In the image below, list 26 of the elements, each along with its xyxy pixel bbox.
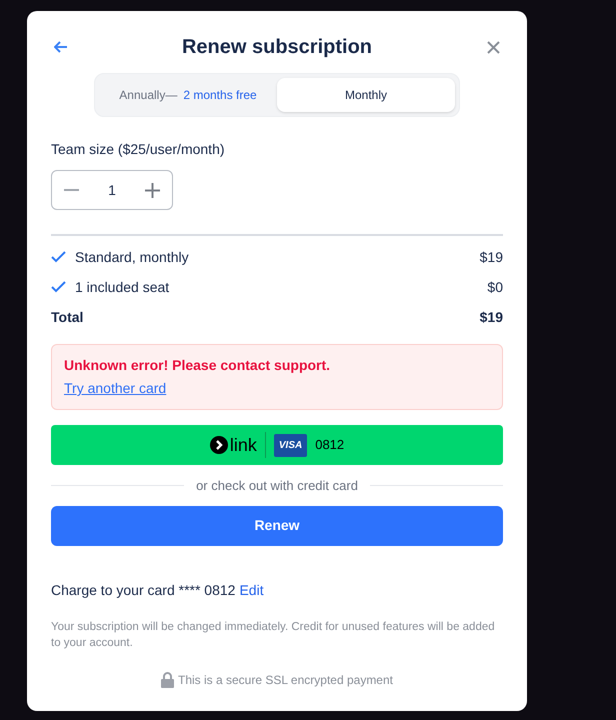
total-label: Total (51, 308, 84, 326)
line-item-price: $0 (487, 278, 503, 296)
visa-card-badge: VISA (274, 434, 308, 456)
line-item-label: 1 included seat (75, 278, 170, 296)
close-icon (486, 40, 500, 54)
link-pay-button[interactable]: link VISA 0812 (51, 425, 503, 465)
line-item-label: Standard, monthly (75, 248, 189, 267)
try-another-card-link[interactable]: Try another card (64, 378, 166, 399)
charge-text: Charge to your card **** 0812 (51, 580, 236, 600)
quantity-value[interactable]: 1 (108, 180, 116, 200)
total-price: $19 (480, 308, 503, 326)
billing-tab[interactable]: Monthly (277, 78, 455, 112)
lock-icon (161, 672, 174, 688)
edit-link[interactable]: Edit (239, 580, 264, 600)
secure-payment-note: This is a secure SSL encrypted payment (178, 672, 393, 688)
team-size-label: Team size ($25/user/month) (51, 140, 226, 159)
error-message: Unknown error! Please contact support. (64, 356, 332, 375)
dialog-title: Renew subscription (182, 35, 372, 60)
line-item-price: $19 (480, 248, 503, 266)
plus-icon[interactable] (144, 182, 160, 198)
notice-text: Your subscription will be changed immediately. Credit for unused features will be added to your account. (51, 620, 496, 650)
renew-button[interactable]: Renew (51, 506, 503, 546)
chevron-circle-icon (210, 436, 228, 454)
divider-label: or check out with credit card (196, 477, 358, 495)
billing-tab[interactable]: Annually— 2 months free (99, 78, 277, 112)
back-arrow-icon (54, 41, 68, 53)
